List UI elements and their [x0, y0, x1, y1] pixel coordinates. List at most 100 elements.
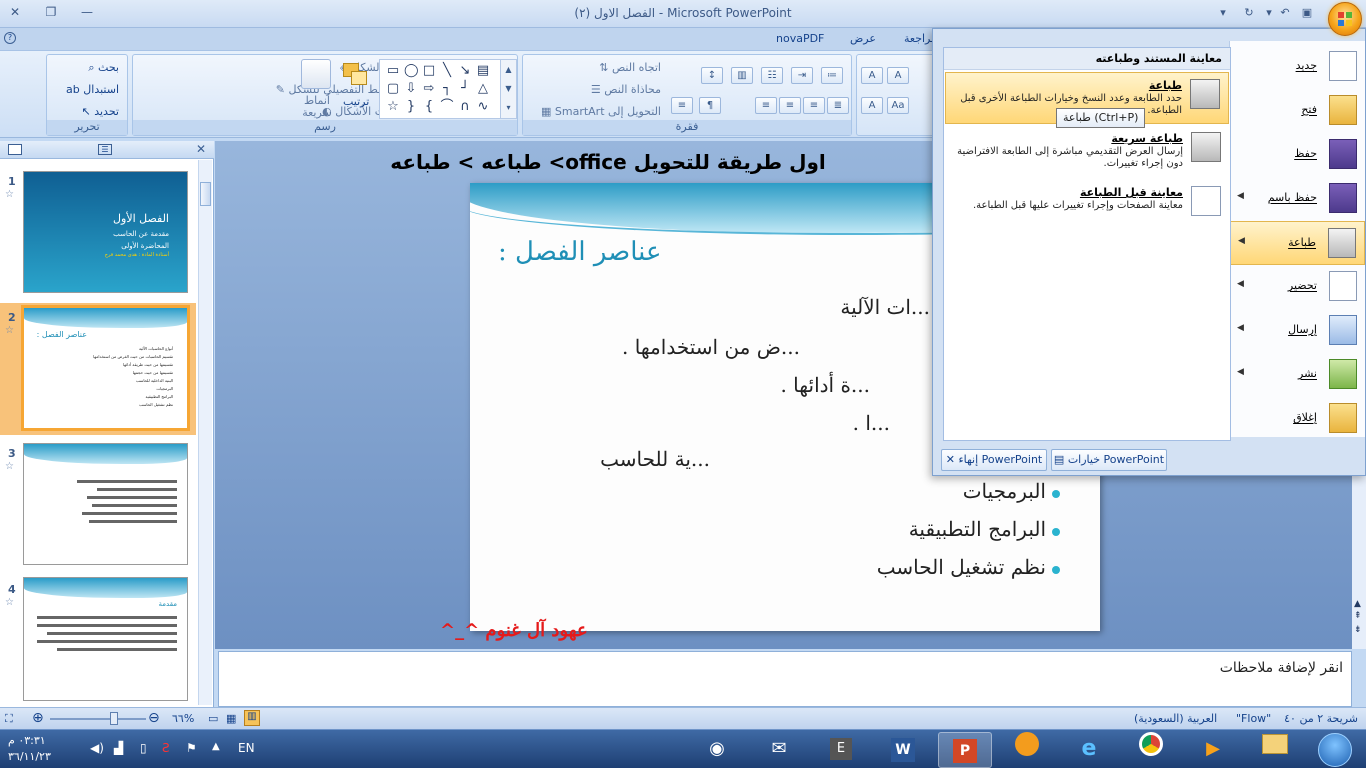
elbow-connector-shape-icon[interactable]: ┐ [440, 82, 454, 96]
menu-send[interactable]: إرسال ◀ [1229, 309, 1365, 353]
freeform-shape-icon[interactable]: ∿ [476, 100, 490, 114]
increase-indent-icon[interactable]: ⇥ [791, 67, 813, 84]
brace-shape-icon[interactable]: } [404, 100, 418, 114]
taskbar-messenger-icon[interactable] [1000, 732, 1054, 768]
slide-thumbnail-3[interactable] [23, 443, 188, 565]
elbow-arrow-shape-icon[interactable]: ┘ [458, 82, 472, 96]
taskbar-explorer-icon[interactable] [1248, 732, 1302, 768]
tab-outline[interactable]: ☰ [98, 144, 112, 155]
slide-thumbnail-4[interactable]: مقدمة [23, 577, 188, 701]
menu-print[interactable]: طباعة ◀ [1229, 221, 1365, 265]
zoom-level[interactable]: ٦٦% [172, 712, 194, 725]
tab-slides[interactable] [8, 144, 22, 155]
customize-qat-icon[interactable]: ▾ [1214, 4, 1232, 22]
textbox-shape-icon[interactable]: ▤ [476, 64, 490, 78]
scroll-up-icon[interactable]: ▲ [1354, 599, 1361, 609]
submenu-print-preview[interactable]: معاينة قبل الطباعة معاينة الصفحات وإجراء… [945, 180, 1229, 232]
taskbar-editor-icon[interactable]: E [814, 732, 868, 768]
next-slide-icon[interactable]: ⇟ [1354, 625, 1362, 635]
prev-slide-icon[interactable]: ⇞ [1354, 611, 1362, 621]
font-color-icon[interactable]: A [861, 97, 883, 114]
bullets-icon[interactable]: ≔ [821, 67, 843, 84]
clear-format-icon[interactable]: A [861, 67, 883, 84]
antivirus-icon[interactable]: Ƨ [162, 741, 170, 755]
scroll-thumb[interactable] [200, 182, 211, 206]
clock-date[interactable]: ٣٦/١١/٢٣ [8, 750, 51, 763]
menu-open[interactable]: فتح [1229, 89, 1365, 133]
quick-styles-label[interactable]: أنماط سريعة [297, 95, 337, 119]
menu-prepare[interactable]: تحضير ◀ [1229, 265, 1365, 309]
help-icon[interactable]: ? [4, 32, 16, 44]
action-center-flag-icon[interactable]: ⚑ [186, 741, 197, 755]
undo-icon[interactable]: ↶ [1276, 4, 1294, 22]
minimize-window-icon[interactable]: — [76, 3, 98, 21]
align-right-icon[interactable]: ≡ [755, 97, 777, 114]
notes-placeholder[interactable]: انقر لإضافة ملاحظات [1220, 660, 1343, 676]
find-button[interactable]: بحث ⌕ [88, 61, 119, 75]
taskbar-word-icon[interactable]: W [876, 732, 930, 768]
slideshow-view-icon[interactable]: ▭ [208, 712, 218, 725]
save-icon[interactable]: ▣ [1298, 4, 1316, 22]
slide-sorter-view-icon[interactable]: ▦ [226, 712, 236, 725]
oval-shape-icon[interactable]: ◯ [404, 64, 419, 78]
down-arrow-shape-icon[interactable]: ⇩ [404, 82, 418, 96]
zoom-slider-track[interactable] [50, 718, 146, 720]
network-icon[interactable]: ▟ [114, 741, 123, 755]
arrange-icon[interactable] [341, 61, 369, 87]
menu-publish[interactable]: نشر ◀ [1229, 353, 1365, 397]
text-direction-button[interactable]: اتجاه النص ⇅ [599, 61, 661, 74]
taskbar-outlook-icon[interactable]: ✉ [752, 732, 806, 768]
volume-icon[interactable]: ◀) [90, 741, 104, 755]
change-case-icon[interactable]: Aa [887, 97, 909, 114]
zoom-slider-thumb[interactable] [110, 712, 118, 725]
distributed-icon[interactable]: ≣ [827, 97, 849, 114]
close-pane-icon[interactable]: ✕ [196, 142, 206, 156]
zoom-in-icon[interactable]: ⊕ [32, 710, 44, 726]
replace-button[interactable]: استبدال ab [66, 83, 119, 96]
quick-styles-icon[interactable] [301, 59, 331, 89]
right-arrow-shape-icon[interactable]: ⇨ [422, 82, 436, 96]
notes-pane[interactable]: انقر لإضافة ملاحظات [218, 651, 1352, 707]
shrink-font-icon[interactable]: A [887, 67, 909, 84]
slide-thumbnail-2[interactable]: عناصر الفصل : أنواع الحاسبات الآلية تقسي… [21, 305, 190, 431]
slides-pane-scrollbar[interactable] [198, 160, 212, 705]
left-brace-shape-icon[interactable]: { [422, 100, 436, 114]
office-button[interactable] [1328, 2, 1362, 36]
slide-title[interactable]: عناصر الفصل : [498, 237, 662, 267]
arc-shape-icon[interactable]: ⌒ [440, 100, 454, 114]
select-button[interactable]: تحديد ↖ [82, 105, 120, 118]
taskbar-app-eyes-icon[interactable]: ◉ [690, 732, 744, 768]
input-language[interactable]: EN [238, 741, 255, 755]
rounded-rect-shape-icon[interactable]: ▢ [386, 82, 400, 96]
justify-icon[interactable]: ≡ [671, 97, 693, 114]
menu-save[interactable]: حفظ [1229, 133, 1365, 177]
taskbar-media-player-icon[interactable]: ▶ [1186, 732, 1240, 768]
align-text-button[interactable]: محاذاة النص ☰ [591, 83, 661, 96]
clock-time[interactable]: ٠٣:٣١ م [8, 734, 46, 747]
menu-new[interactable]: جديد [1229, 45, 1365, 89]
rtl-direction-icon[interactable]: ¶ [699, 97, 721, 114]
star-shape-icon[interactable]: ☆ [386, 100, 400, 114]
exit-powerpoint-button[interactable]: ✕ إنهاء PowerPoint [941, 449, 1047, 471]
menu-save-as[interactable]: حفظ باسم ◀ [1229, 177, 1365, 221]
close-window-icon[interactable]: ✕ [4, 3, 26, 21]
gallery-scroll-icon[interactable]: ▲ ▼ ▾ [500, 60, 516, 118]
normal-view-icon[interactable]: ▥ [244, 710, 260, 726]
show-hidden-icons[interactable]: ▲ [212, 741, 220, 752]
align-left-icon[interactable]: ≡ [803, 97, 825, 114]
tab-novapdf[interactable]: novaPDF [776, 32, 824, 45]
numbering-icon[interactable]: ☷ [761, 67, 783, 84]
redo-icon[interactable]: ↻ [1240, 4, 1258, 22]
curve-shape-icon[interactable]: ∩ [458, 100, 472, 114]
columns-icon[interactable]: ▥ [731, 67, 753, 84]
smartart-button[interactable]: التحويل إلى SmartArt ▦ [541, 105, 661, 118]
zoom-out-icon[interactable]: ⊖ [148, 710, 160, 726]
menu-close[interactable]: إغلاق [1229, 397, 1365, 441]
fit-window-icon[interactable]: ⛶ [5, 712, 13, 726]
slide-thumbnail-1[interactable]: الفصل الأول مقدمة عن الحاسب المحاضرة الأ… [23, 171, 188, 293]
taskbar-chrome-icon[interactable] [1124, 732, 1178, 768]
line-shape-icon[interactable]: ╲ [440, 64, 454, 78]
align-center-icon[interactable]: ≡ [779, 97, 801, 114]
shapes-gallery[interactable]: ▭ ◯ □ ╲ ↘ ▤ ▢ ⇩ ⇨ ┐ ┘ △ ☆ } { ⌒ ∩ ∿ ▲ ▼ ▾ [379, 59, 517, 119]
line-spacing-icon[interactable]: ↕ [701, 67, 723, 84]
